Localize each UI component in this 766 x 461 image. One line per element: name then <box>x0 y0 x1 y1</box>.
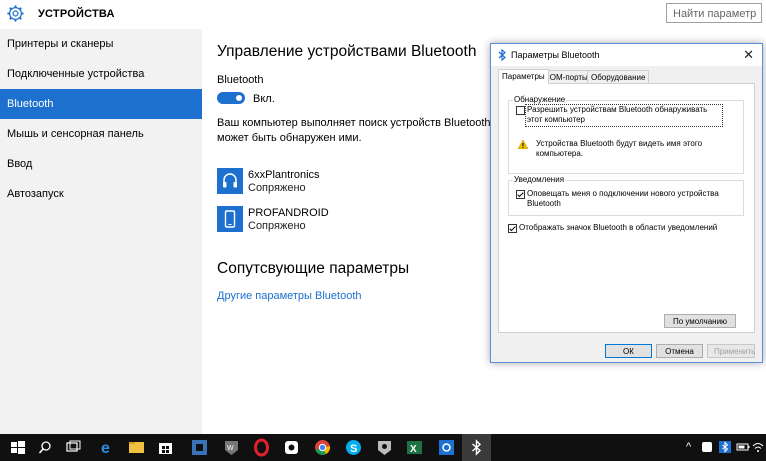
sidebar-item-connected-devices[interactable]: Подключенные устройства <box>0 59 202 89</box>
show-tray-icon-checkbox[interactable] <box>508 224 517 233</box>
ok-button[interactable]: ОК <box>605 344 652 358</box>
excel-icon[interactable]: X <box>405 438 424 457</box>
task-view-icon[interactable] <box>64 438 83 457</box>
options-panel: Обнаружение Разрешить устройствам Blueto… <box>498 83 755 333</box>
close-icon[interactable]: ✕ <box>743 47 754 63</box>
show-tray-icon-label: Отображать значок Bluetooth в области ув… <box>519 223 718 232</box>
battery-icon[interactable] <box>736 440 750 454</box>
restore-defaults-button[interactable]: По умолчанию <box>664 314 736 328</box>
tab-options[interactable]: Параметры <box>498 69 549 84</box>
sidebar-item-printers[interactable]: Принтеры и сканеры <box>0 29 202 59</box>
file-explorer-icon[interactable] <box>127 438 146 457</box>
discovery-warning-text: Устройства Bluetooth будут видеть имя эт… <box>536 139 703 158</box>
settings-icon[interactable] <box>437 438 456 457</box>
chevron-up-icon[interactable]: ^ <box>686 441 691 453</box>
wifi-icon[interactable] <box>752 440 764 454</box>
bluetooth-icon <box>498 49 506 61</box>
dialog-title: Параметры Bluetooth <box>511 50 600 60</box>
sidebar-item-mouse[interactable]: Мышь и сенсорная панель <box>0 119 202 149</box>
cancel-button[interactable]: Отмена <box>656 344 703 358</box>
app2-icon[interactable] <box>375 438 394 457</box>
device-item[interactable]: PROFANDROID Сопряжено <box>217 206 507 236</box>
toggle-state-label: Вкл. <box>253 93 275 105</box>
sidebar-item-typing[interactable]: Ввод <box>0 149 202 179</box>
device-name: 6xxPlantronics <box>248 169 320 181</box>
bluetooth-description: Ваш компьютер выполняет поиск устройств … <box>217 117 500 144</box>
device-status: Сопряжено <box>248 220 306 232</box>
focus-rectangle <box>525 104 723 127</box>
opera-icon[interactable] <box>252 438 271 457</box>
tray-bluetooth-icon[interactable] <box>718 440 732 454</box>
discovery-group: Обнаружение Разрешить устройствам Blueto… <box>508 95 744 174</box>
headset-icon <box>217 168 243 194</box>
notify-new-device-checkbox[interactable] <box>516 190 525 199</box>
store-icon[interactable] <box>156 438 175 457</box>
world-of-tanks-icon[interactable]: W <box>222 438 241 457</box>
chrome-icon[interactable] <box>313 438 332 457</box>
svg-text:W: W <box>227 445 234 452</box>
notifications-group-label: Уведомления <box>513 175 566 184</box>
device-name: PROFANDROID <box>248 207 329 219</box>
allow-discovery-checkbox[interactable] <box>516 106 525 115</box>
sidebar: Принтеры и сканеры Подключенные устройст… <box>0 29 202 434</box>
device-item[interactable]: 6xxPlantronics Сопряжено <box>217 168 507 198</box>
svg-text:e: e <box>101 440 110 457</box>
toggle-knob <box>236 95 242 101</box>
search-box[interactable] <box>666 3 766 23</box>
app-icon[interactable] <box>282 438 301 457</box>
taskbar: e W S X ^ <box>0 434 766 461</box>
sidebar-item-autoplay[interactable]: Автозапуск <box>0 179 202 209</box>
svg-text:S: S <box>350 443 357 455</box>
notify-new-device-label: Оповещать меня о подключении нового устр… <box>527 189 719 208</box>
notifications-group: Уведомления Оповещать меня о подключении… <box>508 175 744 216</box>
discovery-group-label: Обнаружение <box>513 95 567 104</box>
start-icon[interactable] <box>8 438 27 457</box>
bluetooth-settings-dialog: Параметры Bluetooth ✕ Параметры COM-порт… <box>490 43 763 363</box>
gear-icon <box>7 5 24 22</box>
sidebar-item-bluetooth[interactable]: Bluetooth <box>0 89 202 119</box>
search-icon[interactable] <box>36 438 55 457</box>
phone-icon <box>217 206 243 232</box>
device-status: Сопряжено <box>248 182 306 194</box>
settings-titlebar: УСТРОЙСТВА <box>0 0 766 30</box>
skype-icon[interactable]: S <box>344 438 363 457</box>
page-title: УСТРОЙСТВА <box>38 8 115 20</box>
apply-button[interactable]: Применить <box>707 344 755 358</box>
unity-icon[interactable] <box>190 438 209 457</box>
more-bluetooth-options-link[interactable]: Другие параметры Bluetooth <box>217 290 362 302</box>
section-heading: Управление устройствами Bluetooth <box>217 43 477 60</box>
svg-text:X: X <box>410 444 417 455</box>
edge-icon[interactable]: e <box>98 438 117 457</box>
warning-icon <box>518 140 528 149</box>
search-input[interactable] <box>667 5 766 23</box>
bluetooth-toggle[interactable] <box>217 92 245 104</box>
tray-app-icon[interactable] <box>700 440 714 454</box>
bluetooth-label: Bluetooth <box>217 74 264 86</box>
related-settings-heading: Сопутсвующие параметры <box>217 260 410 277</box>
tab-hardware[interactable]: Оборудование <box>587 70 650 83</box>
dialog-titlebar: Параметры Bluetooth ✕ <box>491 44 762 66</box>
bluetooth-icon[interactable] <box>467 438 486 457</box>
